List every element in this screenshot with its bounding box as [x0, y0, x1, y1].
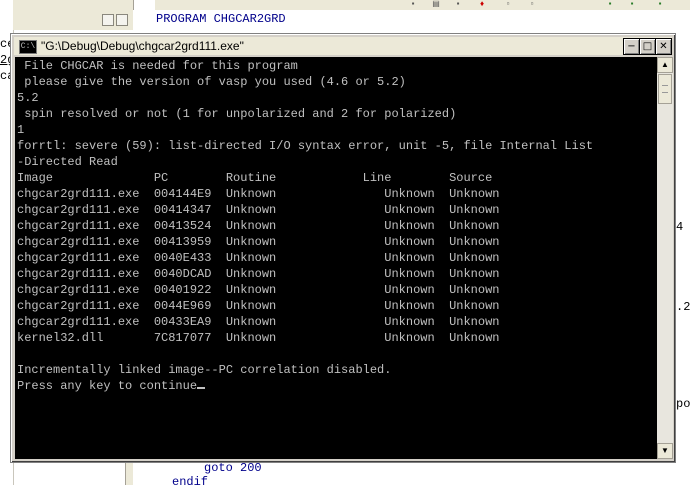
- console-line: chgcar2grd111.exe 0040E433 Unknown Unkno…: [17, 251, 500, 265]
- close-button[interactable]: ✕: [655, 38, 672, 55]
- console-line: forrtl: severe (59): list-directed I/O s…: [17, 139, 594, 153]
- toolbar-icon[interactable]: ♦: [477, 0, 487, 8]
- toolbar-icon[interactable]: ▫: [527, 0, 537, 8]
- toolbar-icon[interactable]: ▪: [453, 0, 463, 8]
- console-scrollbar[interactable]: ▲ ▼: [657, 57, 673, 459]
- editor-code-line: endif: [172, 475, 209, 489]
- console-line: spin resolved or not (1 for unpolarized …: [17, 107, 457, 121]
- console-line: chgcar2grd111.exe 0044E969 Unknown Unkno…: [17, 299, 500, 313]
- maximize-button[interactable]: □: [639, 38, 656, 55]
- toolbar-icon[interactable]: ▪: [408, 0, 418, 8]
- scroll-down-arrow-icon[interactable]: ▼: [657, 443, 673, 459]
- window-title: "G:\Debug\Debug\chgcar2grd111.exe": [41, 39, 244, 53]
- toolbar-icon[interactable]: ▪: [605, 0, 615, 8]
- console-line: chgcar2grd111.exe 00401922 Unknown Unkno…: [17, 283, 500, 297]
- console-line: 1: [17, 123, 25, 137]
- text-cursor: [197, 387, 206, 389]
- console-line: chgcar2grd111.exe 0040DCAD Unknown Unkno…: [17, 267, 500, 281]
- console-line: 5.2: [17, 91, 39, 105]
- console-line: Press any key to continue: [17, 379, 198, 393]
- panel-minimize-icon[interactable]: [102, 14, 114, 26]
- console-line: File CHGCAR is needed for this program: [17, 59, 298, 73]
- panel-restore-icon[interactable]: [116, 14, 128, 26]
- console-output-area[interactable]: File CHGCAR is needed for this program p…: [15, 57, 657, 459]
- editor-fragment: .2: [676, 300, 690, 314]
- editor-fragment: 4: [676, 220, 684, 234]
- console-line: -Directed Read: [17, 155, 118, 169]
- console-window[interactable]: C:\ "G:\Debug\Debug\chgcar2grd111.exe" −…: [10, 33, 676, 463]
- console-line: Incrementally linked image--PC correlati…: [17, 363, 392, 377]
- background-side-panel: [13, 0, 134, 30]
- console-line: chgcar2grd111.exe 004144E9 Unknown Unkno…: [17, 187, 500, 201]
- scrollbar-thumb[interactable]: [658, 74, 672, 104]
- console-line: chgcar2grd111.exe 00414347 Unknown Unkno…: [17, 203, 500, 217]
- console-titlebar[interactable]: C:\ "G:\Debug\Debug\chgcar2grd111.exe" −…: [14, 37, 672, 55]
- editor-code-line: goto 200: [204, 461, 262, 475]
- console-line: chgcar2grd111.exe 00413524 Unknown Unkno…: [17, 219, 500, 233]
- scroll-up-arrow-icon[interactable]: ▲: [657, 57, 673, 73]
- console-line: please give the version of vasp you used…: [17, 75, 406, 89]
- console-line: chgcar2grd111.exe 00413959 Unknown Unkno…: [17, 235, 500, 249]
- console-line: chgcar2grd111.exe 00433EA9 Unknown Unkno…: [17, 315, 500, 329]
- editor-code-line: PROGRAM CHGCAR2GRD: [156, 12, 286, 26]
- toolbar-icon[interactable]: ▫: [503, 0, 513, 8]
- background-right-strip: [674, 32, 690, 485]
- console-output-text: File CHGCAR is needed for this program p…: [17, 58, 593, 394]
- editor-fragment: po: [676, 397, 690, 411]
- console-line: Image PC Routine Line Source: [17, 171, 493, 185]
- minimize-button[interactable]: −: [623, 38, 640, 55]
- console-line: kernel32.dll 7C817077 Unknown Unknown Un…: [17, 331, 500, 345]
- toolbar-icon[interactable]: ▪: [655, 0, 665, 8]
- toolbar-icon[interactable]: ▤: [431, 0, 441, 8]
- toolbar-icon[interactable]: ▪: [627, 0, 637, 8]
- console-icon[interactable]: C:\: [19, 40, 37, 54]
